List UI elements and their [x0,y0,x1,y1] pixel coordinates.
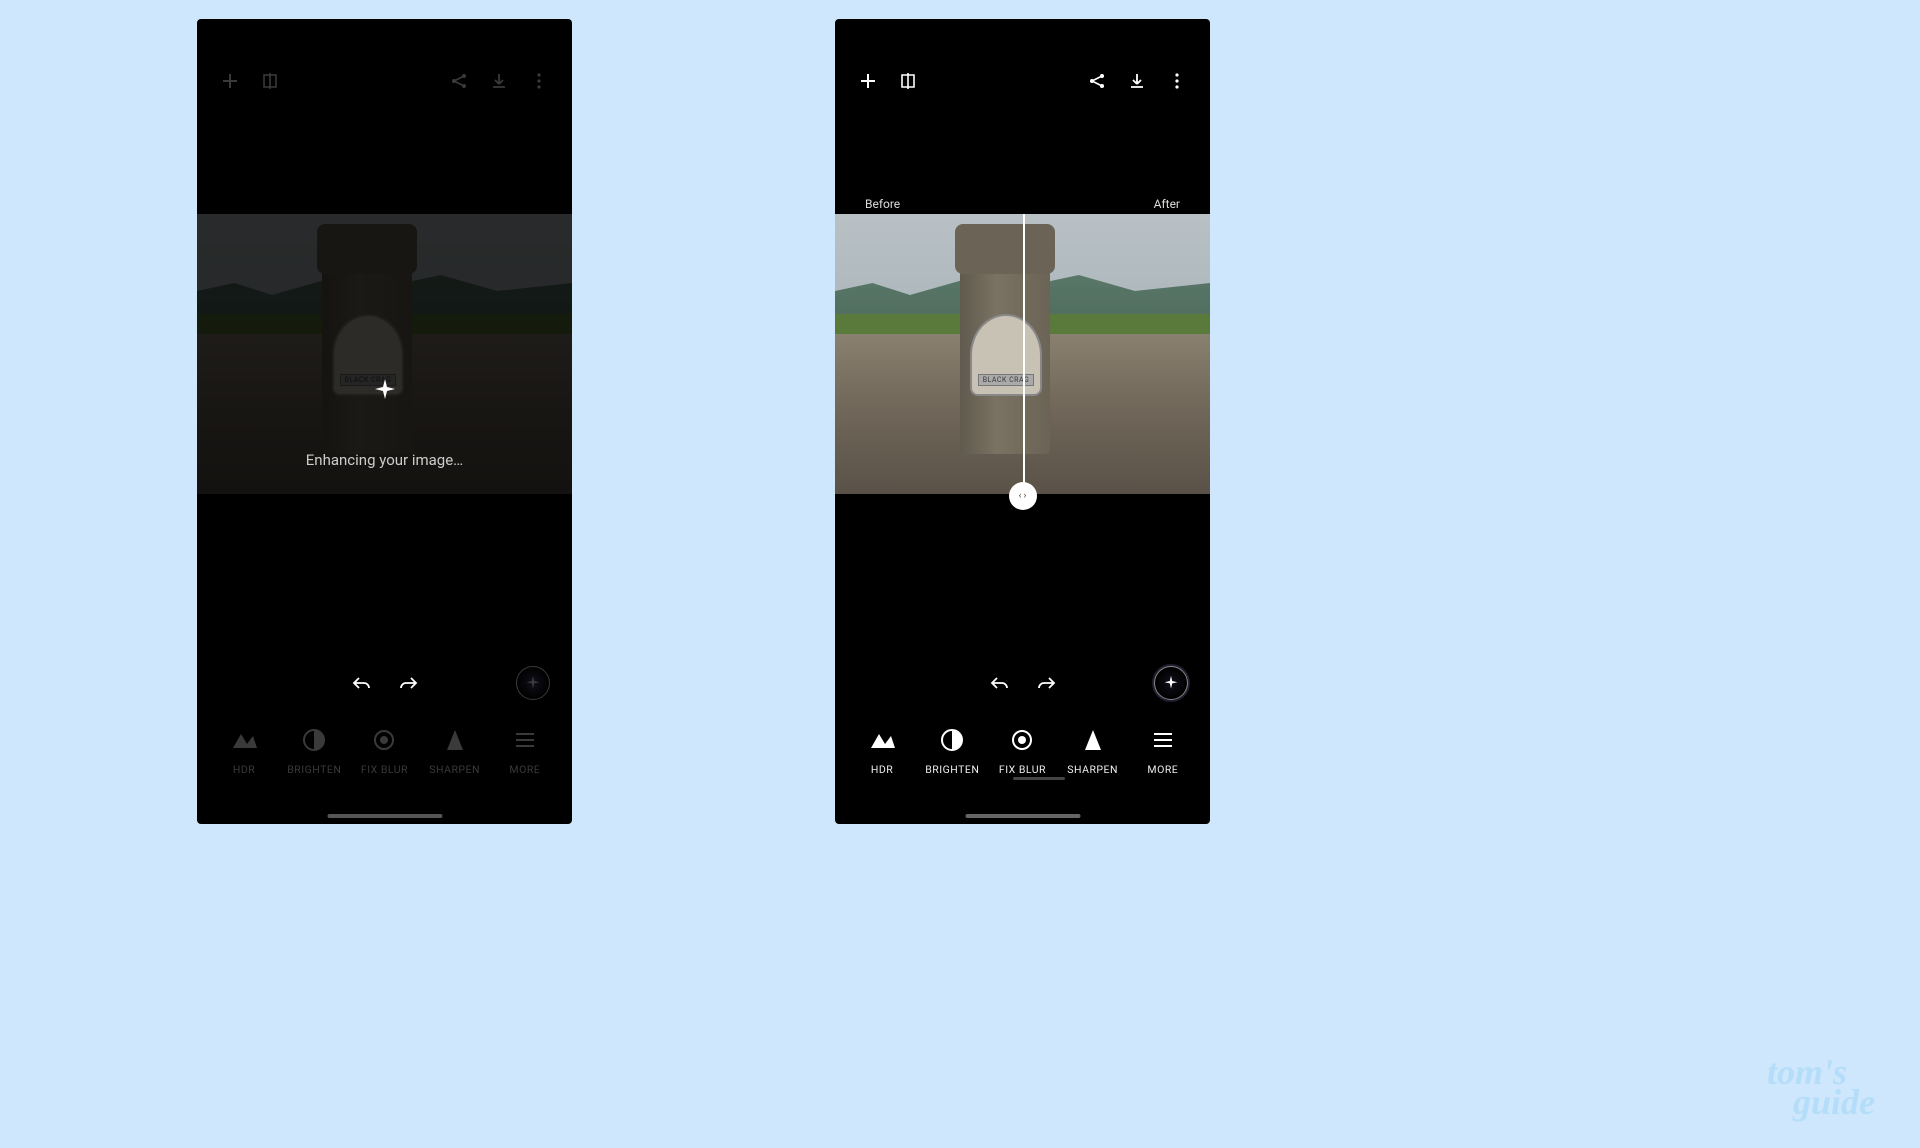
home-indicator [965,814,1080,818]
before-after-labels: Before After [835,197,1210,211]
compare-icon[interactable] [897,70,919,92]
download-icon[interactable] [1126,70,1148,92]
sparkle-icon [375,379,395,399]
fixblur-icon [1009,727,1035,753]
sharpen-icon [1080,727,1106,753]
home-indicator [327,814,442,818]
plaque-label: BLACK CRAG [978,374,1035,386]
tool-hdr[interactable]: HDR [851,727,913,776]
watermark-line2: guide [1767,1087,1875,1118]
enhance-button[interactable] [1154,666,1188,700]
tool-more[interactable]: MORE [494,727,556,776]
add-icon[interactable] [219,70,241,92]
loading-overlay: Enhancing your image… [197,379,572,469]
phone-screenshot-left: BLACK CRAG Enhancing your image… HDR BRI… [197,19,572,824]
tool-fixblur[interactable]: FIX BLUR [353,727,415,776]
hdr-icon [231,727,257,753]
compare-icon[interactable] [259,70,281,92]
tool-more[interactable]: MORE [1132,727,1194,776]
more-icon[interactable] [528,70,550,92]
tool-hdr[interactable]: HDR [213,727,275,776]
loading-text: Enhancing your image… [306,451,463,469]
share-icon[interactable] [1086,70,1108,92]
after-label: After [1154,197,1180,211]
top-toolbar [835,61,1210,101]
download-icon[interactable] [488,70,510,92]
comparison-slider-line [1023,214,1025,509]
before-label: Before [865,197,900,211]
enhance-button[interactable] [516,666,550,700]
redo-button[interactable] [1034,670,1060,696]
comparison-slider-handle[interactable]: ‹ › [1009,482,1037,510]
tool-sharpen[interactable]: SHARPEN [424,727,486,776]
brighten-icon [301,727,327,753]
redo-button[interactable] [396,670,422,696]
add-icon[interactable] [857,70,879,92]
sharpen-icon [442,727,468,753]
tools-bar: HDR BRIGHTEN FIX BLUR SHARPEN MORE [835,727,1210,776]
phone-screenshot-right: Before After BLACK CRAG ‹ › HDR BRIGHTEN… [835,19,1210,824]
more-icon[interactable] [1166,70,1188,92]
hdr-icon [869,727,895,753]
share-icon[interactable] [448,70,470,92]
top-toolbar [197,61,572,101]
undo-button[interactable] [986,670,1012,696]
tool-sharpen[interactable]: SHARPEN [1062,727,1124,776]
more-tools-icon [512,727,538,753]
brighten-icon [939,727,965,753]
watermark: tom's guide [1767,1057,1875,1118]
tools-bar: HDR BRIGHTEN FIX BLUR SHARPEN MORE [197,727,572,776]
undo-button[interactable] [348,670,374,696]
tool-fixblur[interactable]: FIX BLUR [991,727,1053,776]
fixblur-icon [371,727,397,753]
tool-brighten[interactable]: BRIGHTEN [283,727,345,776]
more-tools-icon [1150,727,1176,753]
scroll-indicator [1013,777,1065,780]
tool-brighten[interactable]: BRIGHTEN [921,727,983,776]
